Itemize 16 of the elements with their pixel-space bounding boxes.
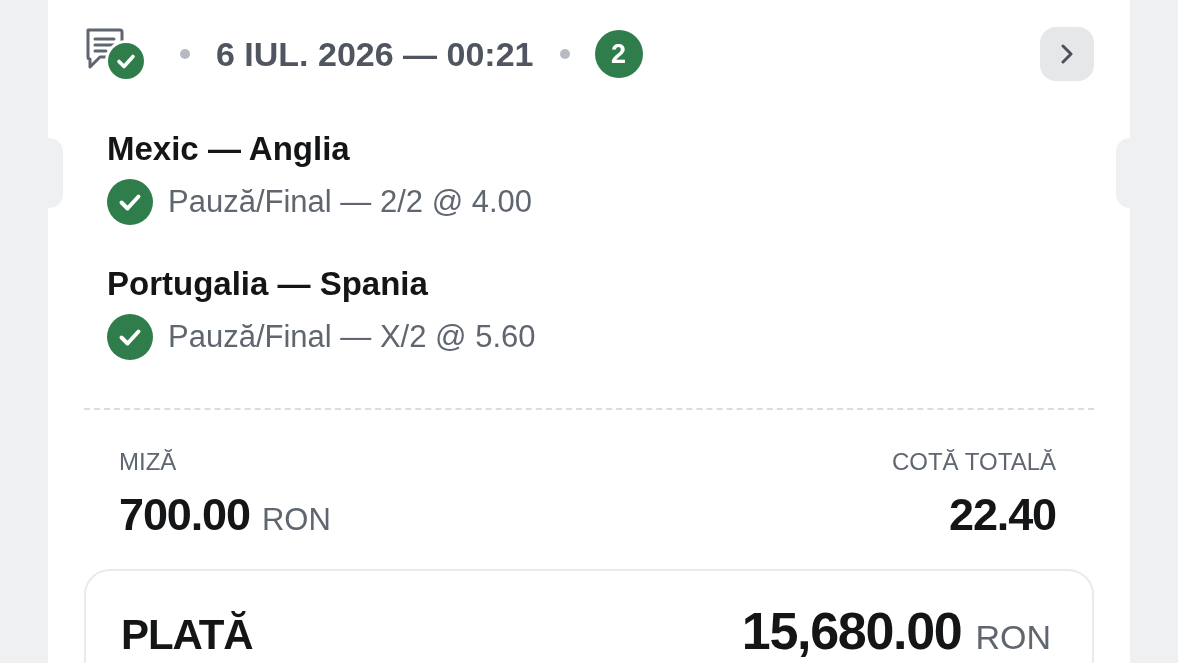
- payout-label: PLATĂ: [121, 610, 253, 660]
- match-title: Mexic — Anglia: [107, 130, 350, 168]
- selection-count: 2: [594, 30, 643, 78]
- next-button[interactable]: [1040, 27, 1094, 81]
- payout-currency: RON: [975, 617, 1051, 658]
- selection-market: Pauză/Final — 2/2 @ 4.00: [168, 183, 533, 221]
- stake-label: MIZĂ: [119, 448, 177, 476]
- total-odds-label: COTĂ TOTALĂ: [891, 448, 1056, 476]
- stake-amount: 700.00: [119, 490, 250, 540]
- stake-currency: RON: [261, 501, 331, 539]
- payout-amount: 15,680.00: [741, 601, 962, 661]
- selection-market: Pauză/Final — X/2 @ 5.60: [168, 318, 536, 356]
- total-odds-value: 22.40: [949, 490, 1056, 540]
- match-title: Portugalia — Spania: [107, 265, 428, 303]
- chevron-right-icon: [1061, 44, 1073, 64]
- bet-date-time: 6 IUL. 2026 — 00:21: [216, 34, 534, 74]
